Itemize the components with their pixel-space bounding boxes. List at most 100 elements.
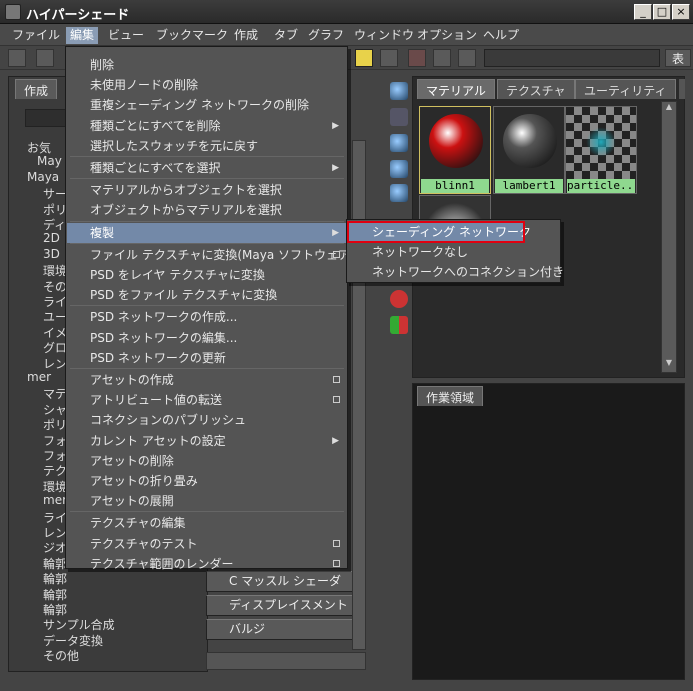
tree-item[interactable]: mer: [27, 370, 51, 384]
menu-3[interactable]: ブックマーク: [152, 27, 232, 44]
tab-work-area[interactable]: 作業領域: [417, 386, 484, 406]
node-list-scrollbar[interactable]: [352, 140, 366, 650]
menu-item[interactable]: PSD ネットワークの作成...: [67, 307, 347, 327]
menu-item[interactable]: PSD ネットワークの編集...: [67, 328, 347, 348]
menu-item-label: PSD をファイル テクスチャに変換: [90, 288, 278, 303]
menu-item[interactable]: 重複シェーディング ネットワークの削除: [67, 95, 347, 115]
tree-item[interactable]: その他: [43, 647, 79, 664]
menu-item-label: 種類ごとにすべてを削除: [90, 118, 221, 133]
submenu-item[interactable]: シェーディング ネットワーク: [347, 221, 531, 243]
material-swatch[interactable]: lambert1: [493, 106, 565, 194]
toolbar-graph-icon[interactable]: [355, 49, 373, 67]
list-view-icon[interactable]: [390, 108, 408, 126]
menu-item[interactable]: 種類ごとにすべてを選択 ▶: [67, 158, 347, 178]
menu-item-label: 削除: [90, 58, 115, 72]
material-scrollbar[interactable]: ▲ ▼: [661, 101, 677, 373]
toolbar-layout-icon[interactable]: [380, 49, 398, 67]
menu-item[interactable]: 種類ごとにすべてを削除 ▶: [67, 116, 347, 136]
menu-0[interactable]: ファイル: [8, 27, 64, 44]
menu-item[interactable]: PSD ネットワークの更新: [67, 348, 347, 368]
scroll-down-icon[interactable]: ▼: [663, 358, 675, 372]
menu-1[interactable]: 編集: [66, 27, 99, 44]
toolbar-output-connections-icon[interactable]: [458, 49, 476, 67]
node-button[interactable]: C マッスル シェーダ: [206, 571, 354, 592]
menu-item[interactable]: アトリビュート値の転送: [67, 390, 347, 410]
tree-item[interactable]: 2D: [43, 231, 60, 245]
toolbar-list-icon[interactable]: [8, 49, 26, 67]
menu-item-label: 選択したスウォッチを元に戻す: [90, 138, 259, 153]
node-button[interactable]: バルジ: [206, 619, 354, 640]
menu-5[interactable]: タブ: [270, 27, 302, 44]
option-box-icon[interactable]: [333, 559, 340, 567]
material-swatch[interactable]: particle...: [565, 106, 637, 194]
option-box-icon[interactable]: [333, 539, 340, 547]
maximize-button[interactable]: □: [653, 4, 671, 20]
tree-item[interactable]: 3D: [43, 247, 60, 261]
tab-1[interactable]: テクスチャ: [497, 79, 575, 99]
horizontal-scrollbar[interactable]: [206, 652, 366, 670]
work-area[interactable]: 作業領域: [412, 383, 685, 680]
menu-8[interactable]: オプション: [413, 27, 481, 44]
menu-item[interactable]: アセットの折り畳み: [67, 471, 347, 491]
display-toggle-button[interactable]: 表: [665, 49, 691, 67]
medium-swatch-icon[interactable]: [390, 160, 408, 178]
sphere-preview: [429, 114, 483, 168]
submenu-arrow-icon: ▶: [332, 227, 339, 238]
menu-6[interactable]: グラフ: [304, 27, 348, 44]
tree-item[interactable]: mer: [43, 493, 67, 507]
option-box-icon[interactable]: [333, 376, 340, 383]
scroll-up-icon[interactable]: ▲: [663, 102, 675, 116]
menu-item-label: PSD をレイヤ テクスチャに変換: [90, 268, 265, 282]
connections-icon[interactable]: [390, 316, 408, 334]
toolbar-io-connections-icon[interactable]: [433, 49, 451, 67]
tree-item[interactable]: Maya: [27, 170, 59, 184]
tree-item[interactable]: May: [37, 154, 62, 168]
menu-item[interactable]: マテリアルからオブジェクトを選択: [67, 180, 347, 200]
submenu-arrow-icon: ▶: [332, 163, 339, 173]
toolbar-panel-icon[interactable]: [36, 49, 54, 67]
menu-item-label: コネクションのパブリッシュ: [90, 413, 247, 428]
menu-item[interactable]: ファイル テクスチャに変換(Maya ソフトウェア): [67, 245, 355, 265]
tab-create[interactable]: 作成: [15, 79, 58, 99]
menu-item[interactable]: アセットの作成: [67, 370, 347, 390]
option-box-icon[interactable]: [333, 396, 340, 404]
menu-item[interactable]: テクスチャの編集: [67, 513, 347, 533]
alert-icon[interactable]: [390, 290, 408, 308]
menu-4[interactable]: 作成: [230, 27, 262, 44]
menu-item[interactable]: 複製 ▶: [67, 222, 347, 243]
menu-item[interactable]: テクスチャのテスト: [67, 534, 347, 554]
menu-item[interactable]: オブジェクトからマテリアルを選択: [67, 200, 347, 220]
menu-2[interactable]: ビュー: [104, 27, 148, 44]
node-button[interactable]: ディスプレイスメント: [206, 595, 354, 616]
toolbar-input-connections-icon[interactable]: [408, 49, 426, 67]
menu-item[interactable]: 未使用ノードの削除: [67, 75, 347, 95]
menu-9[interactable]: ヘルプ: [479, 27, 523, 44]
menu-separator: [70, 242, 344, 244]
menu-item[interactable]: アセットの展開: [67, 491, 347, 511]
small-swatch-icon[interactable]: [390, 134, 408, 152]
submenu-item[interactable]: ネットワークへのコネクション付き: [348, 262, 564, 282]
menu-item[interactable]: PSD をレイヤ テクスチャに変換: [67, 265, 347, 285]
menu-item[interactable]: コネクションのパブリッシュ: [67, 410, 347, 430]
menu-item[interactable]: 削除: [67, 55, 347, 75]
submenu-item[interactable]: ネットワークなし: [348, 242, 559, 262]
option-box-icon[interactable]: [333, 250, 340, 258]
tab-0[interactable]: マテリアル: [417, 79, 495, 99]
search-input[interactable]: [484, 49, 660, 67]
tab-2[interactable]: ユーティリティ: [575, 79, 676, 99]
swatch-label: particle...: [567, 179, 635, 193]
tab-scroll-icon[interactable]: [679, 79, 685, 99]
menu-item[interactable]: PSD をファイル テクスチャに変換: [67, 285, 347, 305]
minimize-button[interactable]: _: [634, 4, 652, 20]
menu-item[interactable]: 選択したスウォッチを元に戻す: [67, 136, 347, 156]
menu-item[interactable]: カレント アセットの設定 ▶: [67, 431, 347, 451]
menu-item-label: PSD ネットワークの編集...: [90, 330, 238, 345]
menu-item[interactable]: テクスチャ範囲のレンダー: [67, 554, 347, 574]
sphere-swatch-icon[interactable]: [390, 82, 408, 100]
window-title: ハイパーシェード: [26, 8, 130, 23]
menu-item[interactable]: アセットの削除: [67, 451, 347, 471]
menu-7[interactable]: ウィンドウ: [350, 27, 418, 44]
material-swatch[interactable]: blinn1: [419, 106, 491, 194]
large-swatch-icon[interactable]: [390, 184, 408, 202]
close-button[interactable]: ×: [672, 4, 690, 20]
